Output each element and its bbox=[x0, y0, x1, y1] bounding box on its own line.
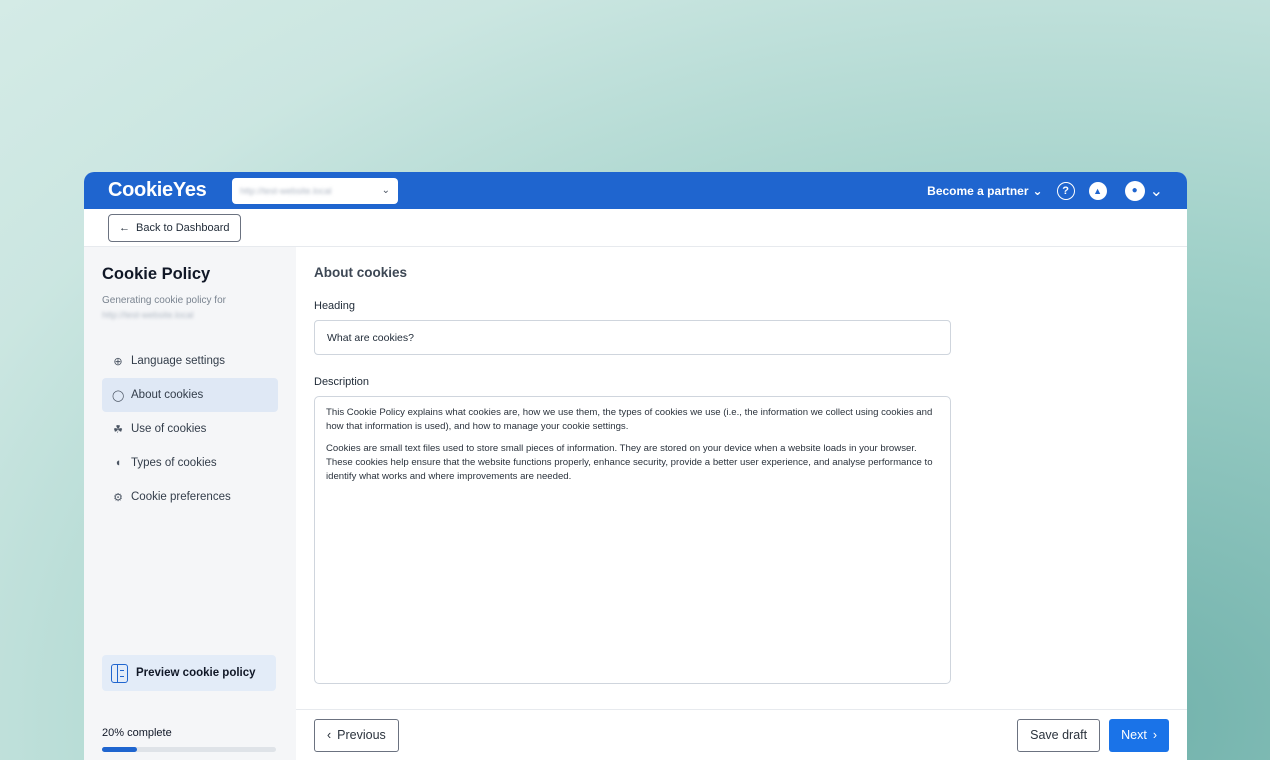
chevron-down-icon: ⌄ bbox=[381, 185, 390, 196]
sidebar-item-label: Types of cookies bbox=[131, 457, 217, 469]
description-paragraph: This Cookie Policy explains what cookies… bbox=[326, 407, 933, 432]
preview-cookie-policy-button[interactable]: Preview cookie policy bbox=[102, 655, 276, 691]
chevron-down-icon: ⌄ bbox=[1149, 182, 1163, 200]
document-preview-icon bbox=[111, 663, 128, 683]
previous-button[interactable]: ‹ Previous bbox=[314, 718, 399, 752]
main-content: About cookies Heading What are cookies? … bbox=[296, 247, 1187, 760]
preview-cookie-policy-label: Preview cookie policy bbox=[136, 667, 256, 679]
sub-header: ← Back to Dashboard bbox=[84, 209, 1187, 247]
sidebar-subtitle: Generating cookie policy for bbox=[102, 295, 226, 306]
chevron-left-icon: ‹ bbox=[327, 728, 332, 742]
sidebar: Cookie Policy Generating cookie policy f… bbox=[84, 247, 296, 760]
become-partner-label: Become a partner bbox=[927, 183, 1029, 198]
description-label: Description bbox=[314, 376, 370, 388]
sidebar-title: Cookie Policy bbox=[102, 265, 211, 283]
progress-bar bbox=[102, 747, 276, 752]
save-draft-button[interactable]: Save draft bbox=[1017, 718, 1101, 752]
section-title: About cookies bbox=[314, 265, 408, 280]
sidebar-item-use-of-cookies[interactable]: ☘ Use of cookies bbox=[102, 412, 278, 446]
sidebar-item-types-of-cookies[interactable]: ◖ Types of cookies bbox=[102, 446, 278, 480]
save-draft-label: Save draft bbox=[1030, 728, 1088, 742]
description-textarea[interactable]: This Cookie Policy explains what cookies… bbox=[314, 396, 951, 684]
sidebar-item-label: Cookie preferences bbox=[131, 491, 231, 503]
sidebar-item-cookie-preferences[interactable]: ⚙ Cookie preferences bbox=[102, 480, 278, 514]
sidebar-item-about-cookies[interactable]: ◯ About cookies bbox=[102, 378, 278, 412]
sidebar-item-label: Use of cookies bbox=[131, 423, 207, 435]
globe-icon: ⊕ bbox=[113, 355, 123, 368]
app-window: CookieYes http://test-website.local ⌄ Be… bbox=[84, 172, 1187, 760]
description-paragraph: Cookies are small text files used to sto… bbox=[326, 443, 933, 482]
site-url-select[interactable]: http://test-website.local ⌄ bbox=[232, 177, 398, 204]
chevron-right-icon: › bbox=[1152, 728, 1157, 742]
chevron-down-icon: ⌄ bbox=[1032, 183, 1043, 198]
types-icon: ◖ bbox=[114, 457, 122, 469]
back-to-dashboard-label: Back to Dashboard bbox=[136, 221, 230, 234]
progress-label: 20% complete bbox=[102, 727, 172, 739]
bell-icon[interactable]: ▲ bbox=[1088, 181, 1107, 200]
logo[interactable]: CookieYes bbox=[108, 179, 232, 202]
next-label: Next bbox=[1121, 728, 1147, 742]
footer-bar: ‹ Previous Save draft Next › bbox=[296, 709, 1187, 760]
arrow-left-icon: ← bbox=[119, 221, 130, 234]
back-to-dashboard-button[interactable]: ← Back to Dashboard bbox=[108, 213, 241, 242]
sidebar-nav: ⊕ Language settings ◯ About cookies ☘ Us… bbox=[102, 344, 278, 514]
progress-bar-fill bbox=[102, 747, 137, 752]
sidebar-item-label: About cookies bbox=[131, 389, 204, 401]
user-menu[interactable]: ● ⌄ bbox=[1124, 180, 1163, 201]
site-url-value: http://test-website.local bbox=[240, 185, 332, 196]
cookie-icon: ◯ bbox=[112, 389, 125, 402]
help-icon[interactable]: ? bbox=[1056, 181, 1075, 200]
sidebar-item-language-settings[interactable]: ⊕ Language settings bbox=[102, 344, 278, 378]
gear-icon: ⚙ bbox=[113, 491, 123, 504]
hand-cookie-icon: ☘ bbox=[113, 423, 123, 436]
sidebar-site-url: http://test-website.local bbox=[102, 310, 194, 320]
sidebar-item-label: Language settings bbox=[131, 355, 225, 367]
user-icon: ● bbox=[1124, 180, 1145, 201]
heading-input-value: What are cookies? bbox=[327, 331, 414, 344]
heading-label: Heading bbox=[314, 300, 355, 312]
become-partner-menu[interactable]: Become a partner ⌄ bbox=[927, 184, 1042, 198]
top-navbar: CookieYes http://test-website.local ⌄ Be… bbox=[84, 172, 1187, 209]
heading-input[interactable]: What are cookies? bbox=[314, 320, 951, 355]
previous-label: Previous bbox=[337, 728, 386, 742]
next-button[interactable]: Next › bbox=[1109, 718, 1169, 752]
